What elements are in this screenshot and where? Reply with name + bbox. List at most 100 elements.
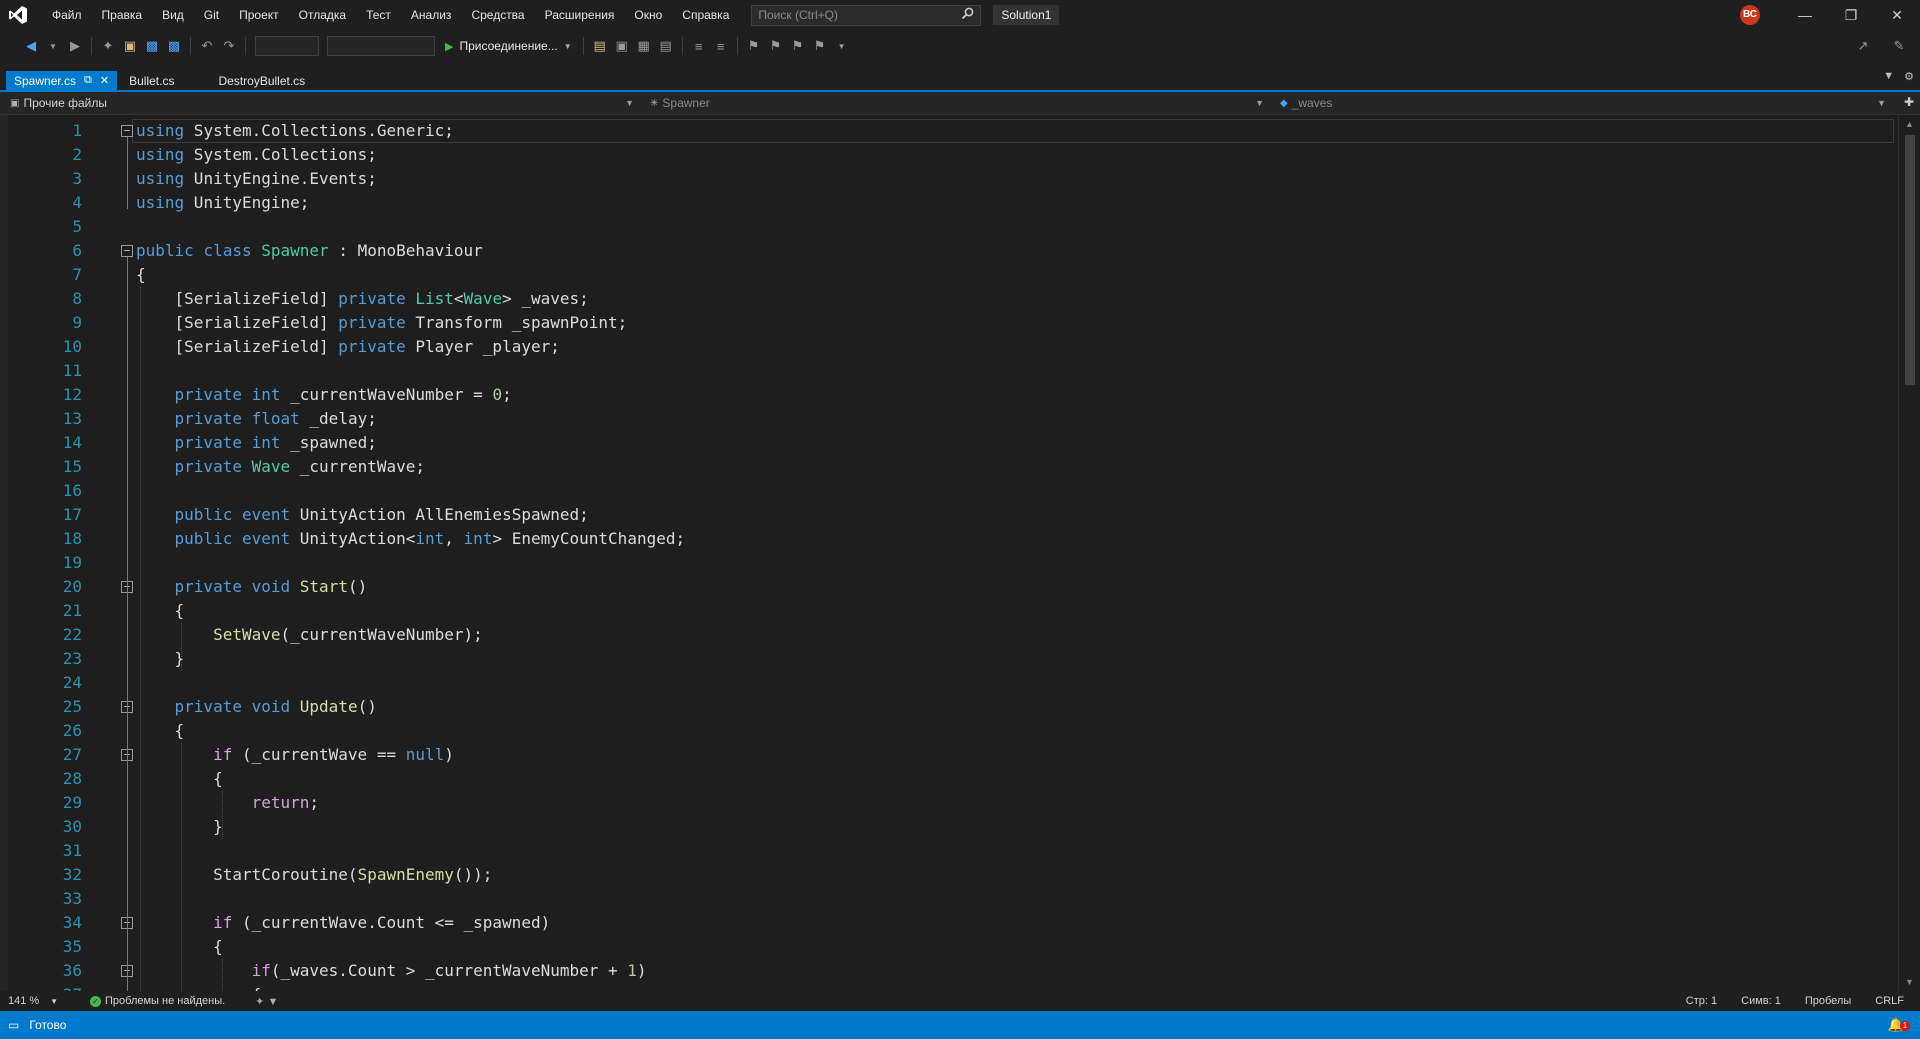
- configuration-dropdown[interactable]: [255, 36, 319, 56]
- code-line[interactable]: 31: [0, 839, 1895, 863]
- member-dropdown[interactable]: ◆ _waves ▼: [1270, 93, 1892, 113]
- code-line[interactable]: 13 private float _delay;: [0, 407, 1895, 431]
- menu-git[interactable]: Git: [194, 0, 229, 30]
- code-line[interactable]: 2 using System.Collections;: [0, 143, 1895, 167]
- toolbar-overflow-icon[interactable]: ▼: [831, 35, 853, 57]
- code-line[interactable]: 1 − using System.Collections.Generic;: [0, 119, 1895, 143]
- folder-icon[interactable]: ▤: [589, 35, 611, 57]
- output-icon[interactable]: ▭: [8, 1018, 19, 1032]
- pin-icon[interactable]: ⧉: [84, 74, 92, 87]
- code-line[interactable]: 23 }: [0, 647, 1895, 671]
- menu-analyze[interactable]: Анализ: [401, 0, 462, 30]
- code-line[interactable]: 15 private Wave _currentWave;: [0, 455, 1895, 479]
- code-line[interactable]: 19: [0, 551, 1895, 575]
- menu-debug[interactable]: Отладка: [289, 0, 356, 30]
- menu-extensions[interactable]: Расширения: [535, 0, 625, 30]
- project-dropdown[interactable]: ▣ Прочие файлы ▼: [0, 93, 640, 113]
- save-icon[interactable]: ▩: [141, 35, 163, 57]
- code-line[interactable]: 33: [0, 887, 1895, 911]
- live-share-icon[interactable]: ↗: [1852, 35, 1874, 57]
- code-line[interactable]: 18 public event UnityAction<int, int> En…: [0, 527, 1895, 551]
- column-indicator[interactable]: Симв: 1: [1741, 995, 1781, 1007]
- code-line[interactable]: 17 public event UnityAction AllEnemiesSp…: [0, 503, 1895, 527]
- prev-bookmark-icon[interactable]: ⚑: [765, 35, 787, 57]
- collapse-icon[interactable]: −: [121, 125, 133, 137]
- code-line[interactable]: 3 using UnityEngine.Events;: [0, 167, 1895, 191]
- navigate-back-icon[interactable]: ◀: [20, 35, 42, 57]
- code-editor[interactable]: 1− using System.Collections.Generic; 2 usin…: [0, 115, 1920, 991]
- code-line[interactable]: 22 SetWave(_currentWaveNumber);: [0, 623, 1895, 647]
- code-line[interactable]: 4 using UnityEngine;: [0, 191, 1895, 215]
- indent-icon[interactable]: ≡: [688, 35, 710, 57]
- menu-tools[interactable]: Средства: [461, 0, 534, 30]
- code-line[interactable]: 16: [0, 479, 1895, 503]
- code-line[interactable]: 14 private int _spawned;: [0, 431, 1895, 455]
- code-line[interactable]: 9 [SerializeField] private Transform _sp…: [0, 311, 1895, 335]
- close-window-icon[interactable]: ✕: [1874, 0, 1920, 30]
- code-cleanup-icon[interactable]: ✦ ▼: [255, 995, 278, 1008]
- undo-icon[interactable]: ↶: [196, 35, 218, 57]
- collapse-icon[interactable]: −: [121, 245, 133, 257]
- clear-bookmarks-icon[interactable]: ⚑: [809, 35, 831, 57]
- code-line[interactable]: 20− private void Start(): [0, 575, 1895, 599]
- notification-bell-icon[interactable]: 🔔 1: [1888, 1017, 1910, 1033]
- solution-explorer-icon[interactable]: ▦: [633, 35, 655, 57]
- code-line[interactable]: 12 private int _currentWaveNumber = 0;: [0, 383, 1895, 407]
- code-line[interactable]: 21 {: [0, 599, 1895, 623]
- search-input[interactable]: Поиск (Ctrl+Q): [751, 4, 982, 26]
- indentation-indicator[interactable]: Пробелы: [1805, 995, 1851, 1007]
- minimize-icon[interactable]: —: [1782, 0, 1828, 30]
- code-line[interactable]: 34− if (_currentWave.Count <= _spawned): [0, 911, 1895, 935]
- zoom-dropdown[interactable]: 141 % ▼: [0, 995, 64, 1007]
- menu-view[interactable]: Вид: [152, 0, 194, 30]
- line-indicator[interactable]: Стр: 1: [1686, 995, 1717, 1007]
- tab-spawner[interactable]: Spawner.cs ⧉ ✕: [6, 71, 118, 90]
- tab-destroy-bullet[interactable]: DestroyBullet.cs: [210, 71, 313, 90]
- issues-indicator[interactable]: ✓ Проблемы не найдены.: [90, 995, 225, 1007]
- code-line[interactable]: 8 [SerializeField] private List<Wave> _w…: [0, 287, 1895, 311]
- code-line[interactable]: 24: [0, 671, 1895, 695]
- next-bookmark-icon[interactable]: ⚑: [787, 35, 809, 57]
- code-line[interactable]: 6 − public class Spawner : MonoBehaviour: [0, 239, 1895, 263]
- code-line[interactable]: 5: [0, 215, 1895, 239]
- menu-project[interactable]: Проект: [229, 0, 289, 30]
- code-line[interactable]: 11: [0, 359, 1895, 383]
- code-line[interactable]: 26 {: [0, 719, 1895, 743]
- feedback-icon[interactable]: ✎: [1888, 35, 1910, 57]
- menu-edit[interactable]: Правка: [92, 0, 153, 30]
- code-line[interactable]: 10 [SerializeField] private Player _play…: [0, 335, 1895, 359]
- visual-studio-logo-icon[interactable]: [0, 0, 36, 30]
- split-view-icon[interactable]: ✚: [1904, 95, 1914, 109]
- code-line[interactable]: 30 }: [0, 815, 1895, 839]
- tab-bullet[interactable]: Bullet.cs: [121, 71, 182, 90]
- properties-icon[interactable]: ▤: [655, 35, 677, 57]
- attach-button[interactable]: ▶ Присоединение... ▼: [439, 35, 578, 57]
- scrollbar-thumb[interactable]: [1905, 135, 1915, 385]
- code-line[interactable]: 27− if (_currentWave == null): [0, 743, 1895, 767]
- code-line[interactable]: 36− if(_waves.Count > _currentWaveNumber…: [0, 959, 1895, 983]
- restore-icon[interactable]: ❐: [1828, 0, 1874, 30]
- dropdown-arrow-icon[interactable]: ▼: [42, 35, 64, 57]
- menu-file[interactable]: Файл: [42, 0, 92, 30]
- vertical-scrollbar[interactable]: ▲ ▼: [1898, 115, 1920, 991]
- save-all-icon[interactable]: ▩: [163, 35, 185, 57]
- line-ending-indicator[interactable]: CRLF: [1875, 995, 1904, 1007]
- open-file-icon[interactable]: ▣: [119, 35, 141, 57]
- code-line[interactable]: 7{: [0, 263, 1895, 287]
- new-project-icon[interactable]: ✦: [97, 35, 119, 57]
- screenshot-icon[interactable]: ▣: [611, 35, 633, 57]
- code-line[interactable]: 29 return;: [0, 791, 1895, 815]
- code-line[interactable]: 37 {: [0, 983, 1895, 991]
- platform-dropdown[interactable]: [327, 36, 435, 56]
- close-icon[interactable]: ✕: [100, 74, 109, 87]
- scroll-down-icon[interactable]: ▼: [1905, 977, 1914, 987]
- menu-window[interactable]: Окно: [624, 0, 672, 30]
- code-line[interactable]: 35 {: [0, 935, 1895, 959]
- tab-list-dropdown-icon[interactable]: ▼: [1883, 70, 1894, 83]
- code-line[interactable]: 28 {: [0, 767, 1895, 791]
- scroll-up-icon[interactable]: ▲: [1905, 119, 1914, 129]
- solution-name[interactable]: Solution1: [993, 5, 1060, 25]
- outdent-icon[interactable]: ≡: [710, 35, 732, 57]
- bookmark-icon[interactable]: ⚑: [743, 35, 765, 57]
- redo-icon[interactable]: ↷: [218, 35, 240, 57]
